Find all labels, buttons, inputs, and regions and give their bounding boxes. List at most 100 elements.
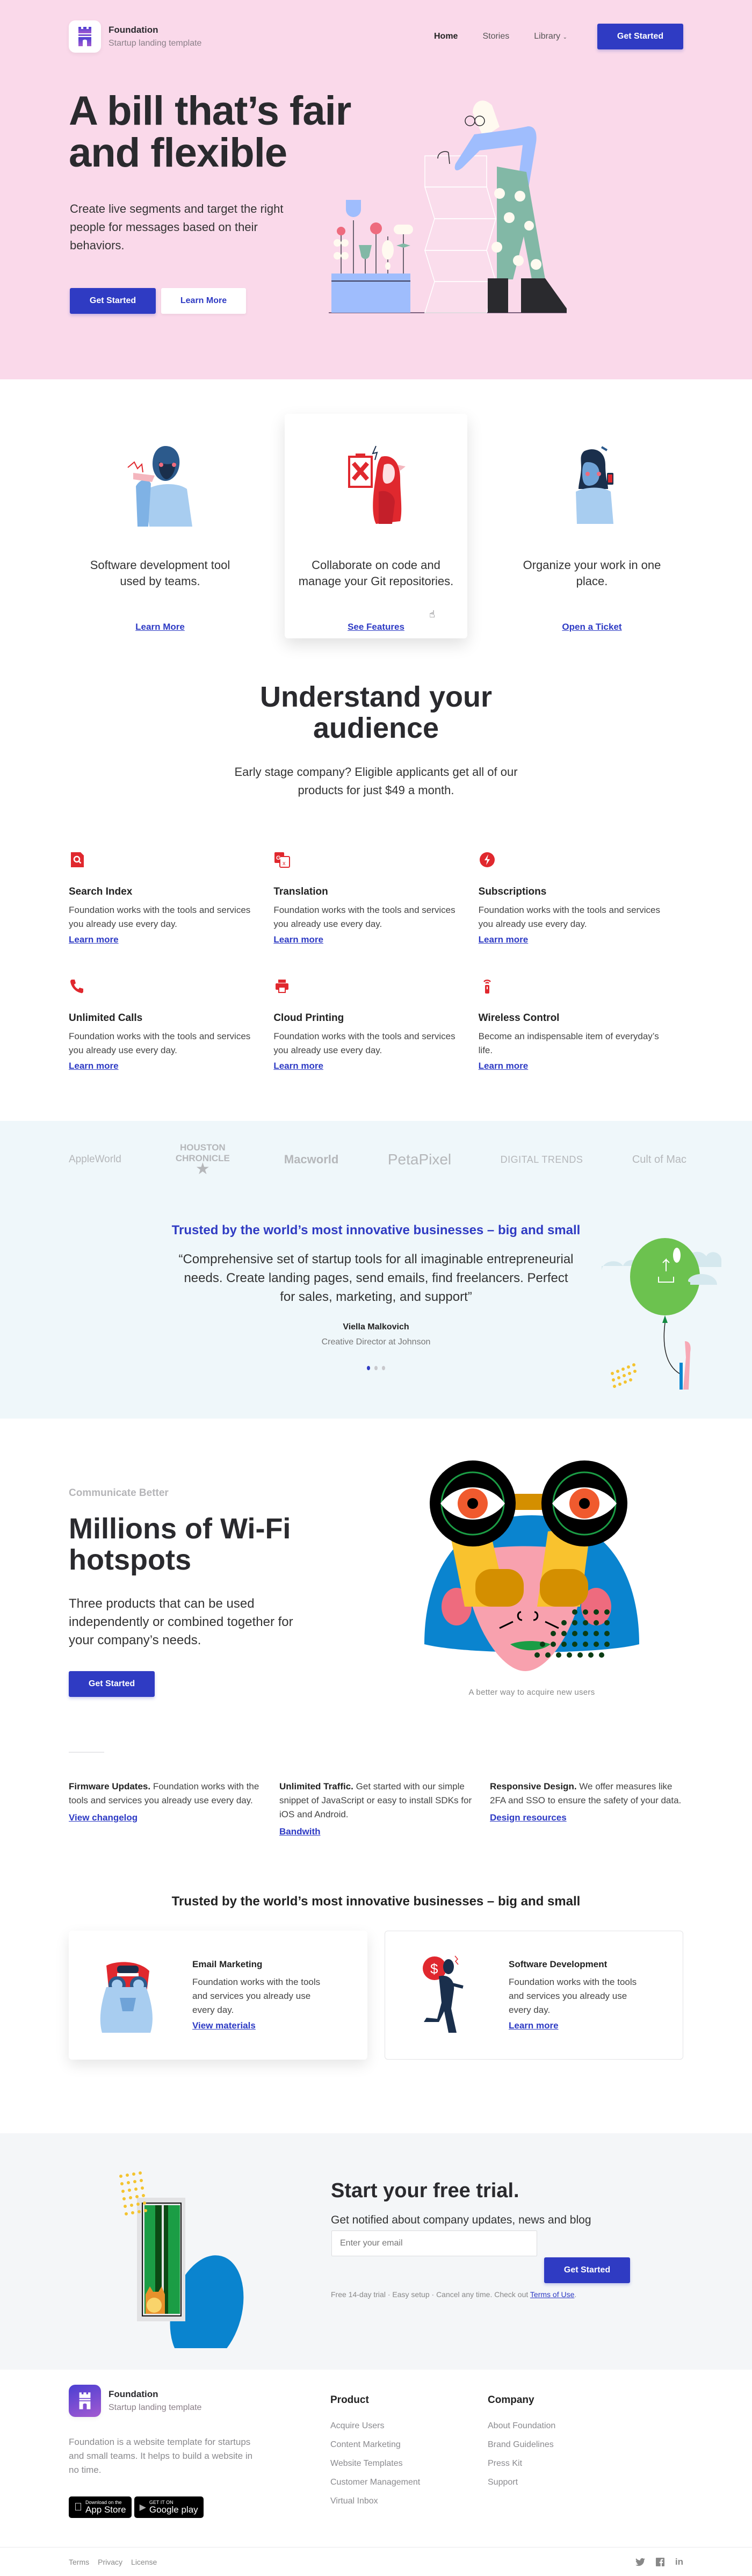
svg-text:x: x [283, 860, 286, 867]
nav-link-stories[interactable]: Stories [482, 32, 509, 41]
feature-card-link[interactable]: See Features [348, 622, 404, 632]
feature-card-link[interactable]: Open a Ticket [562, 622, 621, 632]
hero-learn-more-button[interactable]: Learn More [161, 288, 246, 314]
carousel-dot-active[interactable] [367, 1366, 370, 1370]
trial-get-started-button[interactable]: Get Started [544, 2257, 630, 2283]
footer-link[interactable]: Content Marketing [330, 2440, 420, 2450]
google-play-big: Google play [141, 2505, 198, 2515]
feature-item: Cloud Printing Foundation works with the… [273, 977, 467, 1071]
benefit-title: Responsive Design. [490, 1781, 577, 1791]
footer-column-title: Company [488, 2394, 534, 2406]
hero-actions: Get Started Learn More [70, 288, 246, 314]
wireless-icon [483, 980, 491, 994]
audience-section: Understand your audience Early stage com… [0, 659, 752, 1121]
wifi-section: Communicate Better Millions of Wi-Fi hot… [0, 1419, 752, 1752]
benefit-item: Responsive Design. We offer measures lik… [490, 1780, 683, 1839]
divider [69, 1752, 104, 1753]
wifi-eyebrow: Communicate Better [69, 1487, 169, 1499]
benefit-link[interactable]: Bandwith [279, 1825, 321, 1839]
legal-link-license[interactable]: License [131, 2558, 157, 2566]
free-trial-section: Start your free trial. Get notified abou… [0, 2133, 752, 2370]
wifi-lead: Three products that can be used independ… [69, 1596, 293, 1647]
illustration-caption: A better way to acquire new users [468, 1688, 595, 1697]
binoculars-woman-illustration [424, 1460, 639, 1671]
feature-title: Wireless Control [478, 1012, 560, 1024]
nav-link-home[interactable]: Home [434, 32, 458, 41]
hero-get-started-button[interactable]: Get Started [70, 288, 156, 314]
footer-link[interactable]: Support [488, 2478, 555, 2487]
benefit-link[interactable]: View changelog [69, 1811, 138, 1825]
trusted-card-link[interactable]: View materials [192, 2020, 256, 2031]
footer-column-product: Product Acquire Users Content Marketing … [330, 2394, 420, 2515]
balloon-upload-illustration [602, 1238, 721, 1390]
feature-learn-more-link[interactable]: Learn more [69, 1061, 119, 1071]
carousel-dot[interactable] [374, 1366, 378, 1370]
woman-with-clipboard-illustration [348, 445, 406, 524]
svg-text:$: $ [430, 1961, 438, 1977]
feature-cards-section: Software development tool used by teams.… [0, 379, 752, 659]
feature-card-text: Collaborate on code and manage your Git … [298, 558, 454, 588]
feature-card: Software development tool used by teams.… [69, 414, 251, 638]
feature-card-text: Organize your work in one place. [523, 558, 661, 588]
testimonial-heading: Trusted by the world’s most innovative b… [171, 1223, 581, 1237]
benefit-link[interactable]: Design resources [490, 1811, 567, 1825]
carousel-dot[interactable] [382, 1366, 385, 1370]
wifi-get-started-button[interactable]: Get Started [69, 1671, 155, 1697]
brand[interactable]: Foundation Startup landing template [69, 20, 201, 53]
feature-learn-more-link[interactable]: Learn more [479, 1061, 529, 1071]
email-input[interactable] [331, 2230, 537, 2256]
fine-print-end: . [574, 2290, 577, 2299]
footer-brand[interactable]: Foundation Startup landing template [69, 2385, 257, 2417]
footer-bottom-bar: Terms Privacy License in [0, 2547, 752, 2576]
hero-title: A bill that’s fair and flexible [69, 90, 351, 174]
trusted-card-link[interactable]: Learn more [509, 2020, 559, 2031]
feature-learn-more-link[interactable]: Learn more [479, 934, 529, 945]
footer-description: Foundation is a website template for sta… [69, 2437, 253, 2475]
footer-brand-tagline: Startup landing template [109, 2403, 202, 2412]
linkedin-icon[interactable]: in [675, 2557, 683, 2567]
feature-learn-more-link[interactable]: Learn more [69, 934, 119, 945]
footer-link[interactable]: Brand Guidelines [488, 2440, 555, 2450]
dog-at-window-illustration [119, 2171, 244, 2348]
phone-icon [70, 980, 83, 994]
footer-link[interactable]: Virtual Inbox [330, 2496, 420, 2506]
footer-link[interactable]: Website Templates [330, 2459, 420, 2469]
feature-learn-more-link[interactable]: Learn more [273, 1061, 323, 1071]
google-play-badge[interactable]: ▶ GET IT ON Google play [134, 2496, 204, 2518]
wifi-title: Millions of Wi-Fi hotspots [69, 1513, 291, 1576]
audience-subtitle: Early stage company? Eligible applicants… [234, 765, 518, 797]
svg-text:G: G [276, 855, 281, 861]
man-waving-illustration [127, 446, 192, 527]
feature-title: Cloud Printing [273, 1012, 344, 1024]
feature-card-highlighted: Collaborate on code and manage your Git … [285, 414, 467, 638]
footer-column-company: Company About Foundation Brand Guideline… [488, 2394, 555, 2496]
terms-of-use-link[interactable]: Terms of Use [530, 2290, 574, 2299]
trusted-card: Email Marketing Foundation works with th… [69, 1931, 367, 2060]
nav-link-library[interactable]: Library ⌄ [534, 32, 567, 41]
hand-cursor-icon: ☝ [429, 609, 435, 620]
audience-features-grid: Search Index Foundation works with the t… [69, 851, 683, 1071]
hero-section: Foundation Startup landing template Home… [0, 0, 752, 379]
app-store-badge[interactable]:  Download on theApp Store [69, 2496, 132, 2518]
app-store-badges:  Download on theApp Store ▶ GET IT ONGo… [69, 2496, 257, 2518]
benefits-section: Firmware Updates. Foundation works with … [0, 1752, 752, 1886]
facebook-icon[interactable] [655, 2557, 664, 2566]
feature-learn-more-link[interactable]: Learn more [273, 934, 323, 945]
feature-text: Foundation works with the tools and serv… [69, 905, 251, 929]
legal-link-terms[interactable]: Terms [69, 2558, 89, 2566]
star-icon: ★ [195, 1160, 210, 1178]
brand-name: Foundation [109, 25, 158, 35]
footer-link[interactable]: Press Kit [488, 2459, 555, 2469]
feature-text: Foundation works with the tools and serv… [273, 905, 455, 929]
benefit-item: Firmware Updates. Foundation works with … [69, 1780, 262, 1839]
feature-cards-row: Software development tool used by teams.… [69, 414, 683, 638]
footer-link[interactable]: Acquire Users [330, 2421, 420, 2431]
twitter-icon[interactable] [635, 2558, 645, 2566]
nav-get-started-button[interactable]: Get Started [597, 24, 683, 49]
legal-link-privacy[interactable]: Privacy [98, 2558, 122, 2566]
feature-card-link[interactable]: Learn More [135, 622, 185, 632]
feature-item: Unlimited Calls Foundation works with th… [69, 977, 262, 1071]
footer-link[interactable]: About Foundation [488, 2421, 555, 2431]
footer-brand-block: Foundation Startup landing template Foun… [69, 2385, 257, 2518]
footer-link[interactable]: Customer Management [330, 2478, 420, 2487]
